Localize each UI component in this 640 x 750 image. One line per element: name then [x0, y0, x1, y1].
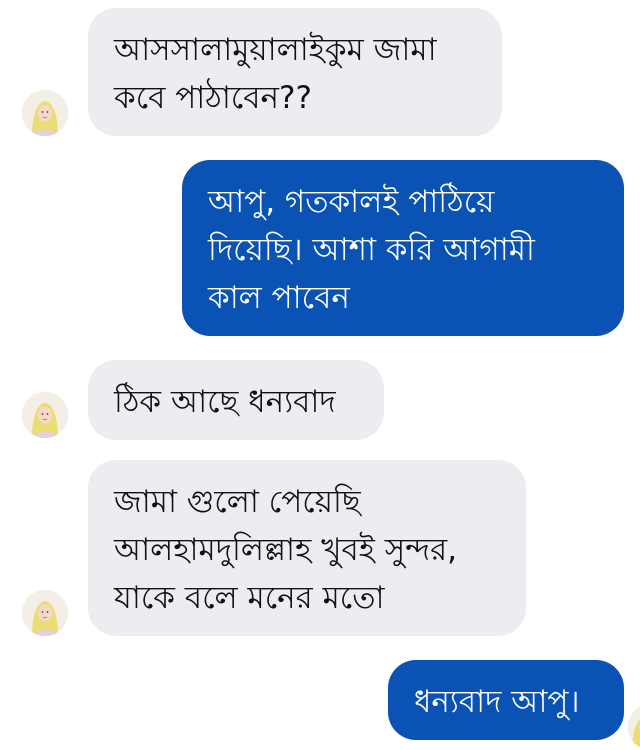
- message-bubble-incoming[interactable]: জামা গুলো পেয়েছি আলহামদুলিল্লাহ খুবই সু…: [88, 460, 526, 636]
- contact-avatar-icon[interactable]: [22, 392, 68, 438]
- message-bubble-outgoing[interactable]: ধন্যবাদ আপু।: [388, 660, 624, 740]
- message-bubble-incoming[interactable]: আসসালামুয়ালাইকুম জামা কবে পাঠাবেন??: [88, 8, 502, 136]
- chat-thread: আসসালামুয়ালাইকুম জামা কবে পাঠাবেন?? আপু…: [0, 0, 640, 750]
- seen-avatar-icon: [628, 704, 640, 750]
- contact-avatar-icon[interactable]: [22, 590, 68, 636]
- message-bubble-outgoing[interactable]: আপু, গতকালই পাঠিয়ে দিয়েছি। আশা করি আগা…: [182, 160, 624, 336]
- message-bubble-incoming[interactable]: ঠিক আছে ধন্যবাদ: [88, 360, 384, 440]
- contact-avatar-icon[interactable]: [22, 90, 68, 136]
